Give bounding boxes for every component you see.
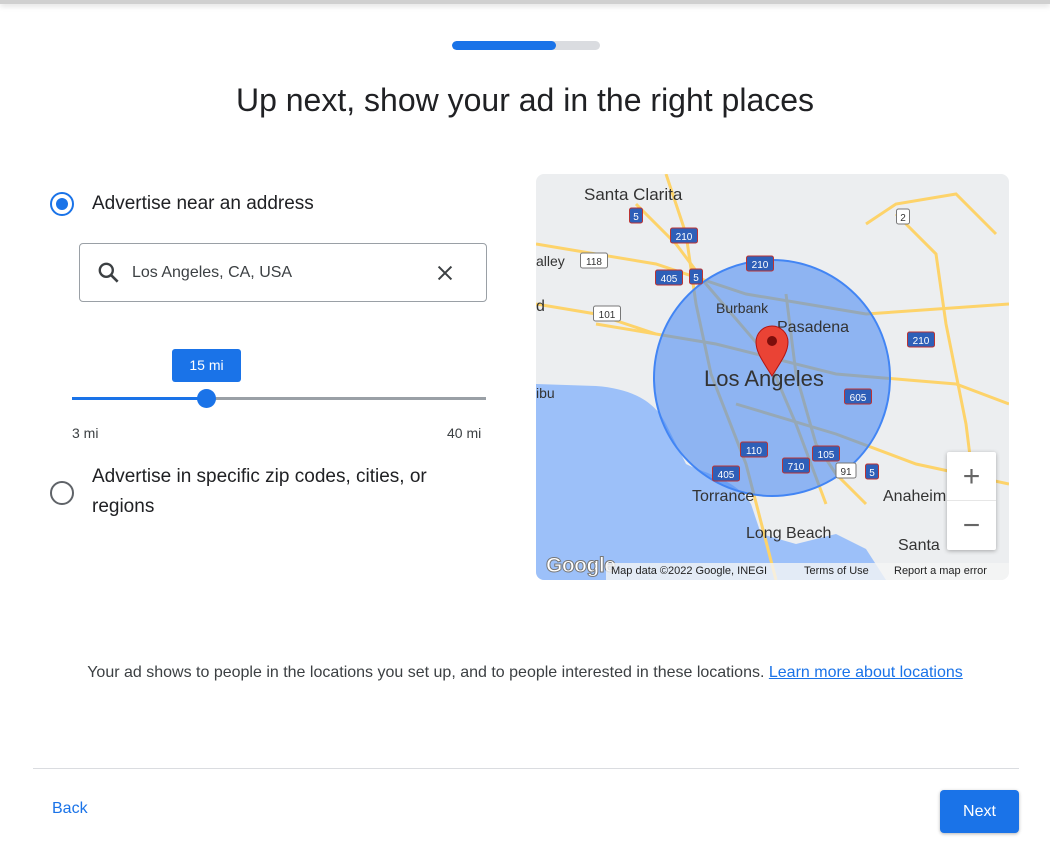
svg-text:105: 105: [818, 450, 835, 461]
radius-slider-track[interactable]: [72, 397, 486, 400]
footer-divider: [33, 768, 1019, 769]
top-shadow-bar: [0, 0, 1050, 4]
svg-text:405: 405: [661, 274, 678, 285]
map-label-valley: alley: [536, 253, 565, 269]
svg-text:210: 210: [676, 232, 693, 243]
progress-fill: [452, 41, 556, 50]
map-label-torrance: Torrance: [692, 488, 754, 505]
svg-text:710: 710: [788, 462, 805, 473]
google-logo: Google: [545, 554, 616, 578]
map-zoom-controls: + −: [947, 452, 996, 550]
option-label-near-address: Advertise near an address: [92, 193, 314, 214]
next-button[interactable]: Next: [940, 790, 1019, 833]
address-search-input[interactable]: Los Angeles, CA, USA: [79, 243, 487, 302]
zoom-out-button[interactable]: −: [947, 501, 996, 550]
radius-slider-fill: [72, 397, 207, 400]
address-value: Los Angeles, CA, USA: [132, 264, 293, 281]
map-label-edge: d: [536, 298, 545, 315]
svg-text:5: 5: [869, 468, 875, 479]
svg-text:2: 2: [900, 213, 906, 224]
svg-text:210: 210: [752, 260, 769, 271]
highway-shield: 5: [629, 207, 643, 224]
highway-shield: 91: [835, 462, 857, 479]
highway-shield: 605: [844, 388, 872, 405]
highway-shield: 5: [689, 268, 703, 285]
highway-shield: 710: [782, 457, 810, 474]
learn-more-locations-link[interactable]: Learn more about locations: [769, 664, 963, 681]
map-label-malibu: ibu: [536, 385, 555, 401]
svg-text:605: 605: [850, 393, 867, 404]
svg-text:101: 101: [599, 310, 616, 321]
svg-text:210: 210: [913, 336, 930, 347]
radio-advertise-near-address[interactable]: [50, 192, 74, 216]
map-label-santa-clarita: Santa Clarita: [584, 185, 683, 204]
slider-max-label: 40 mi: [447, 425, 482, 441]
radio-specific-regions[interactable]: [50, 481, 74, 505]
map-label-santa: Santa: [898, 537, 940, 554]
svg-text:5: 5: [633, 212, 639, 223]
map-attribution-bar: Map data ©2022 Google, INEGI Terms of Us…: [606, 563, 1009, 580]
highway-shield: 405: [655, 269, 683, 286]
svg-text:110: 110: [746, 446, 762, 457]
highway-shield: 101: [593, 305, 621, 322]
highway-shield: 105: [812, 445, 840, 462]
map-label-los-angeles: Los Angeles: [704, 366, 824, 391]
radius-value-bubble: 15 mi: [172, 349, 241, 382]
highway-shield: 110: [740, 441, 768, 458]
locations-footnote: Your ad shows to people in the locations…: [40, 660, 1010, 685]
map-label-pasadena: Pasadena: [777, 319, 849, 336]
svg-text:5: 5: [693, 273, 699, 284]
highway-shield: 5: [865, 463, 879, 480]
page-title: Up next, show your ad in the right place…: [235, 82, 815, 118]
highway-shield: 210: [907, 331, 935, 348]
radius-slider-thumb[interactable]: [196, 389, 216, 408]
option-label-specific-regions: Advertise in specific zip codes, cities,…: [92, 466, 427, 517]
map-label-long-beach: Long Beach: [746, 525, 831, 542]
map-canvas: 52102118405 510121021060511040571010591 5 …: [536, 174, 1009, 580]
map-label-burbank: Burbank: [716, 300, 769, 316]
highway-shield: 210: [746, 255, 774, 272]
slider-min-label: 3 mi: [72, 425, 99, 441]
terms-of-use-link[interactable]: Terms of Use: [804, 563, 869, 580]
map-data-attribution: Map data ©2022 Google, INEGI: [611, 565, 768, 577]
footnote-text: Your ad shows to people in the locations…: [87, 664, 769, 681]
svg-text:91: 91: [840, 467, 852, 478]
close-icon[interactable]: [434, 262, 456, 284]
back-button[interactable]: Back: [52, 800, 88, 818]
highway-shield: 210: [670, 227, 698, 244]
report-map-error-link[interactable]: Report a map error: [894, 563, 987, 580]
location-map[interactable]: 5 210 2 118 405 5 101 210 210 605 110 405 710 105 91 5 …: [536, 174, 1009, 580]
map-label-anaheim: Anaheim: [883, 488, 946, 505]
svg-text:405: 405: [718, 470, 735, 481]
search-icon: [98, 262, 119, 283]
highway-shield: 118: [580, 252, 608, 269]
zoom-in-button[interactable]: +: [947, 452, 996, 501]
step-progress-bar: [452, 41, 600, 50]
svg-text:118: 118: [586, 257, 602, 268]
highway-shield: 2: [896, 208, 910, 225]
highway-shield: 405: [712, 465, 740, 482]
